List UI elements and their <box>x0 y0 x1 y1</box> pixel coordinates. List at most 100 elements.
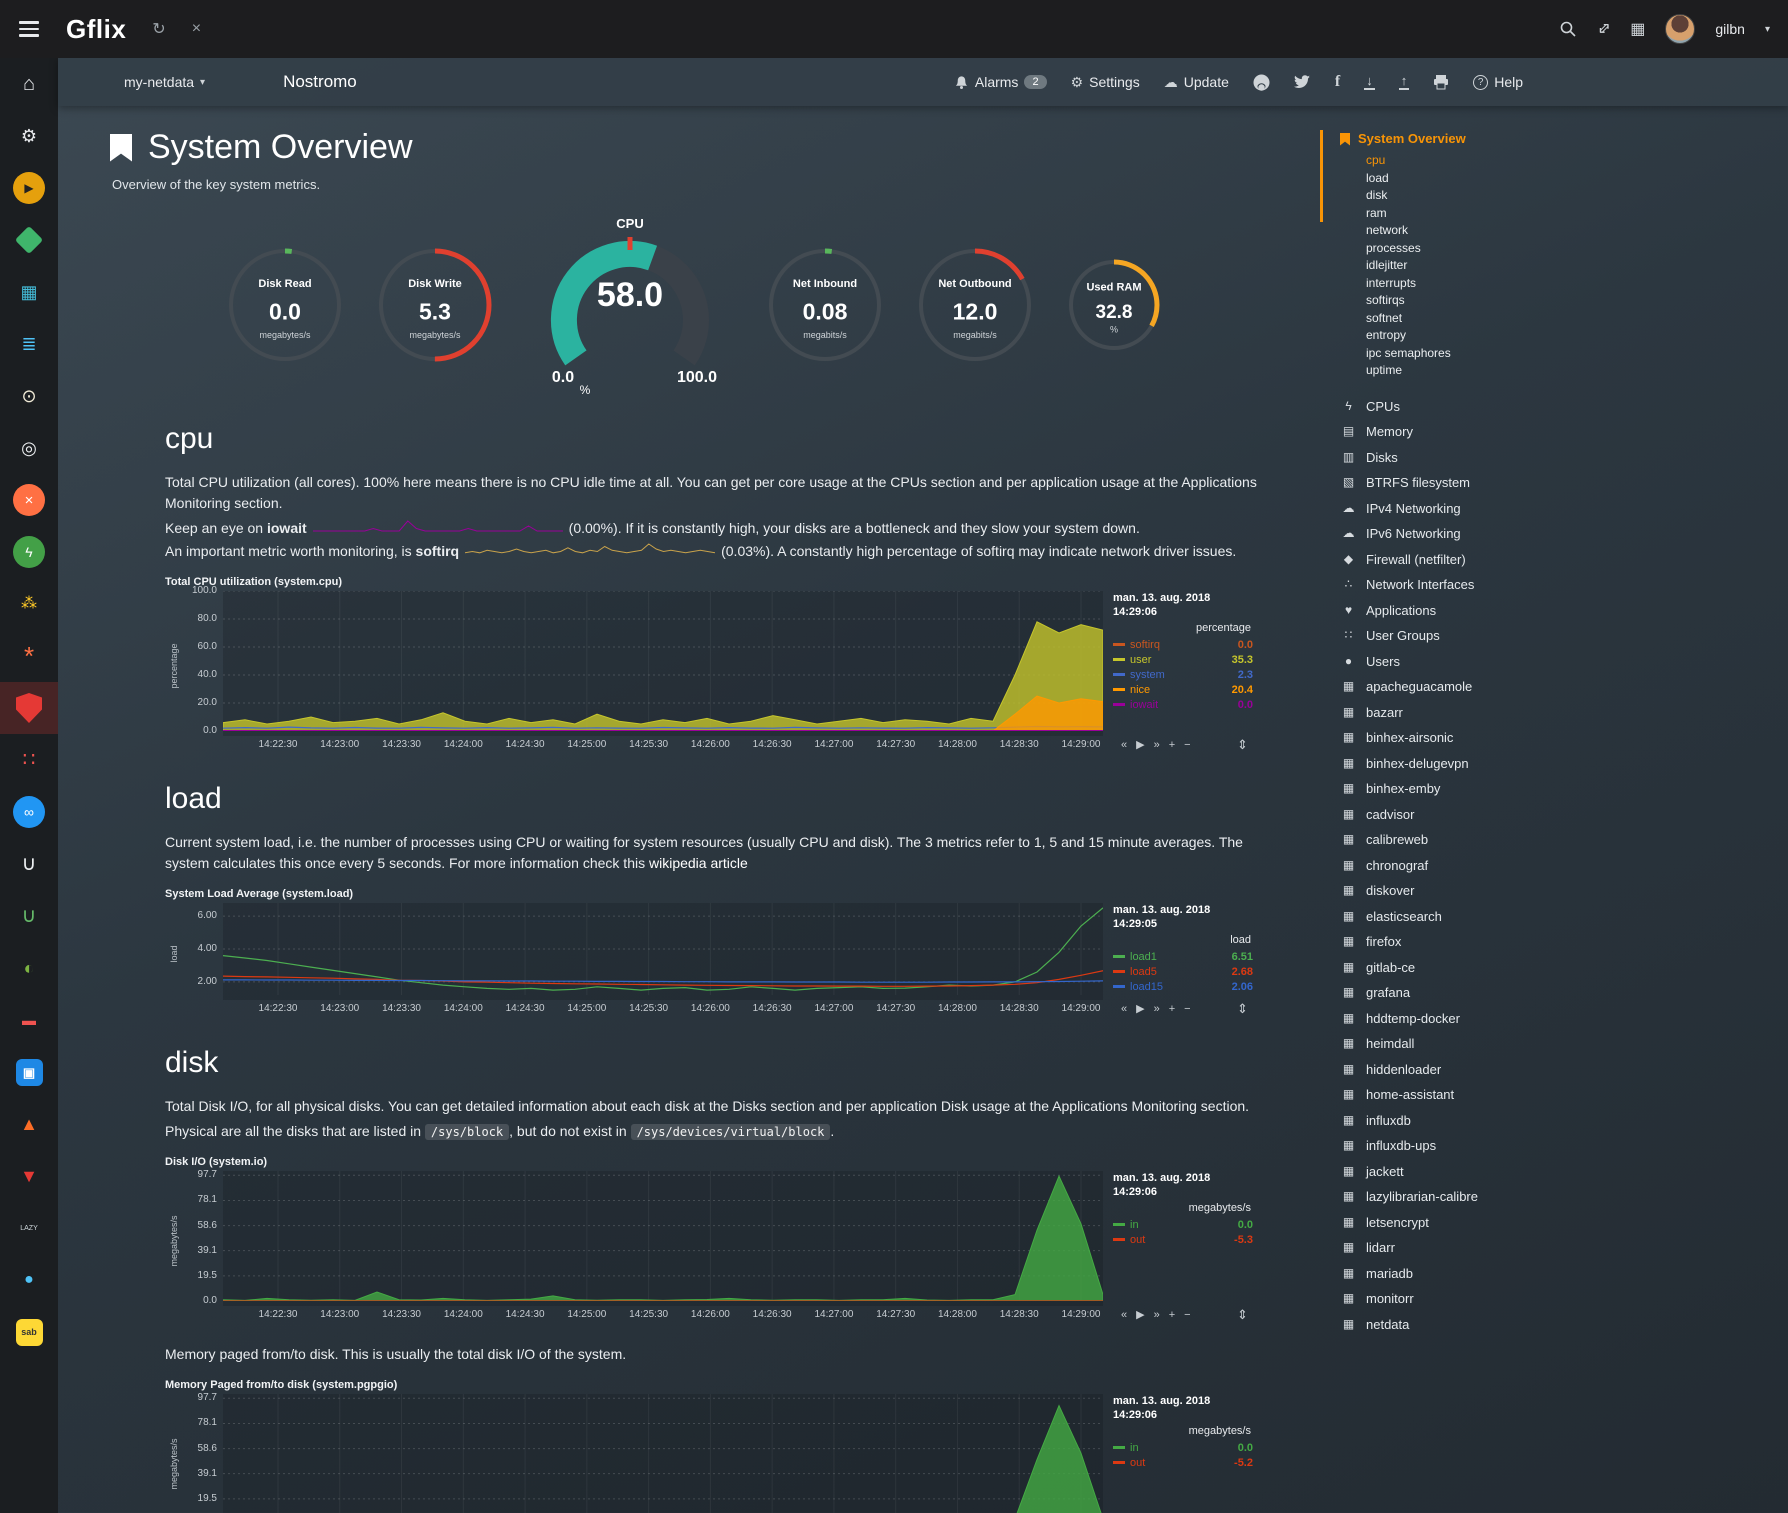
nav-item-idlejitter[interactable]: idlejitter <box>1340 257 1788 275</box>
nav-item-firewall-netfilter[interactable]: ◆Firewall (netfilter) <box>1340 547 1788 573</box>
nav-item-softirqs[interactable]: softirqs <box>1340 292 1788 310</box>
search-icon[interactable] <box>1559 20 1577 38</box>
nav-item-network[interactable]: network <box>1340 222 1788 240</box>
nav-item-grafana[interactable]: ▦grafana <box>1340 980 1788 1006</box>
nav-item-cpu[interactable]: cpu <box>1340 152 1788 170</box>
sidebar-app-horseshoe-app[interactable]: ∪ <box>0 838 58 890</box>
nav-item-netdata[interactable]: ▦netdata <box>1340 1312 1788 1338</box>
legend-item-iowait[interactable]: iowait0.0 <box>1113 697 1253 712</box>
nav-item-entropy[interactable]: entropy <box>1340 327 1788 345</box>
chart-zoom-in-button[interactable]: + <box>1169 739 1175 751</box>
iowait-sparkline[interactable] <box>313 518 563 539</box>
chart-plot-cpu[interactable] <box>223 591 1103 736</box>
sidebar-app-unraid-app[interactable]: ∪ <box>0 890 58 942</box>
print-icon[interactable] <box>1433 74 1449 90</box>
server-dropdown[interactable]: my-netdata ▾ <box>124 74 205 90</box>
sidebar-app-diamond-app[interactable] <box>0 214 58 266</box>
close-icon[interactable]: × <box>192 20 201 38</box>
upload-icon[interactable]: ↑ <box>1399 75 1410 90</box>
chart-play-button[interactable]: ▶ <box>1136 1003 1144 1015</box>
nav-item-cpus[interactable]: ϟCPUs <box>1340 394 1788 420</box>
nav-item-mariadb[interactable]: ▦mariadb <box>1340 1261 1788 1287</box>
alarms-button[interactable]: Alarms 2 <box>954 74 1047 90</box>
legend-item-nice[interactable]: nice20.4 <box>1113 682 1253 697</box>
nav-item-letsencrypt[interactable]: ▦letsencrypt <box>1340 1210 1788 1236</box>
legend-item-load1[interactable]: load16.51 <box>1113 949 1253 964</box>
refresh-icon[interactable]: ↻ <box>152 19 165 39</box>
nav-item-users[interactable]: ●Users <box>1340 649 1788 675</box>
nav-item-user-groups[interactable]: ∷User Groups <box>1340 623 1788 649</box>
sidebar-app-orange-x-app[interactable]: × <box>0 474 58 526</box>
sidebar-app-gitlab[interactable]: ▲ <box>0 1098 58 1150</box>
nav-item-elasticsearch[interactable]: ▦elasticsearch <box>1340 904 1788 930</box>
chart-plot-disk[interactable] <box>223 1171 1103 1306</box>
nav-item-binhex-delugevpn[interactable]: ▦binhex-delugevpn <box>1340 751 1788 777</box>
chart-plot-load[interactable] <box>223 903 1103 1000</box>
sidebar-app-pacman-app[interactable]: ◐ <box>0 942 58 994</box>
sidebar-app-graph-app[interactable]: ⁂ <box>0 578 58 630</box>
nav-item-chronograf[interactable]: ▦chronograf <box>1340 853 1788 879</box>
nav-item-btrfs-filesystem[interactable]: ▧BTRFS filesystem <box>1340 470 1788 496</box>
sidebar-app-dots-app[interactable]: ∷ <box>0 734 58 786</box>
facebook-icon[interactable]: f <box>1335 73 1340 91</box>
nav-item-lidarr[interactable]: ▦lidarr <box>1340 1235 1788 1261</box>
download-icon[interactable]: ↓ <box>1364 75 1375 90</box>
github-icon[interactable] <box>1253 74 1270 91</box>
brand[interactable]: Gflix <box>66 14 126 45</box>
legend-item-softirq[interactable]: softirq0.0 <box>1113 637 1253 652</box>
legend-item-out[interactable]: out-5.2 <box>1113 1455 1253 1470</box>
settings-button[interactable]: ⚙ Settings <box>1071 74 1140 91</box>
nav-item-binhex-airsonic[interactable]: ▦binhex-airsonic <box>1340 725 1788 751</box>
chart-pan-left-button[interactable]: « <box>1121 1309 1127 1321</box>
nav-item-cadvisor[interactable]: ▦cadvisor <box>1340 802 1788 828</box>
nav-item-hiddenloader[interactable]: ▦hiddenloader <box>1340 1057 1788 1083</box>
nav-item-jackett[interactable]: ▦jackett <box>1340 1159 1788 1185</box>
nav-item-applications[interactable]: ♥Applications <box>1340 598 1788 624</box>
nav-item-influxdb[interactable]: ▦influxdb <box>1340 1108 1788 1134</box>
chart-resize-handle[interactable]: ⇕ <box>1237 1001 1248 1017</box>
nav-item-system-overview[interactable]: System Overview <box>1340 126 1788 152</box>
chart-zoom-out-button[interactable]: − <box>1184 1003 1190 1015</box>
menu-icon[interactable] <box>0 0 58 58</box>
sidebar-app-window-app[interactable]: ▣ <box>0 1046 58 1098</box>
legend-item-load15[interactable]: load152.06 <box>1113 979 1253 994</box>
nav-item-ipv6-networking[interactable]: ☁IPv6 Networking <box>1340 521 1788 547</box>
nav-item-network-interfaces[interactable]: ∴Network Interfaces <box>1340 572 1788 598</box>
sidebar-app-bug-app[interactable]: * <box>0 630 58 682</box>
help-button[interactable]: ? Help <box>1473 74 1523 90</box>
legend-item-user[interactable]: user35.3 <box>1113 652 1253 667</box>
fullscreen-icon[interactable]: ⇕ <box>1592 17 1616 41</box>
sidebar-app-droplet-app[interactable]: ● <box>0 1254 58 1306</box>
sidebar-app-circle-app[interactable]: ◎ <box>0 422 58 474</box>
legend-item-out[interactable]: out-5.3 <box>1113 1232 1253 1247</box>
nav-item-interrupts[interactable]: interrupts <box>1340 275 1788 293</box>
legend-item-in[interactable]: in0.0 <box>1113 1440 1253 1455</box>
chart-play-button[interactable]: ▶ <box>1136 1309 1144 1321</box>
nav-item-apacheguacamole[interactable]: ▦apacheguacamole <box>1340 674 1788 700</box>
nav-item-influxdb-ups[interactable]: ▦influxdb-ups <box>1340 1133 1788 1159</box>
nav-item-uptime[interactable]: uptime <box>1340 362 1788 380</box>
avatar[interactable] <box>1665 14 1695 44</box>
nav-item-memory[interactable]: ▤Memory <box>1340 419 1788 445</box>
sidebar-app-down-arrow-app[interactable]: ▼ <box>0 1150 58 1202</box>
sidebar-app-search-app[interactable]: ⊙ <box>0 370 58 422</box>
legend-item-load5[interactable]: load52.68 <box>1113 964 1253 979</box>
legend-item-in[interactable]: in0.0 <box>1113 1217 1253 1232</box>
nav-item-hddtemp-docker[interactable]: ▦hddtemp-docker <box>1340 1006 1788 1032</box>
softirq-sparkline[interactable] <box>465 541 715 562</box>
nav-item-monitorr[interactable]: ▦monitorr <box>1340 1286 1788 1312</box>
chart-resize-handle[interactable]: ⇕ <box>1237 1307 1248 1323</box>
nav-item-gitlab-ce[interactable]: ▦gitlab-ce <box>1340 955 1788 981</box>
wikipedia-link[interactable]: wikipedia article <box>649 855 748 871</box>
sidebar-app-settings[interactable]: ⚙ <box>0 110 58 162</box>
nav-item-heimdall[interactable]: ▦heimdall <box>1340 1031 1788 1057</box>
nav-item-binhex-emby[interactable]: ▦binhex-emby <box>1340 776 1788 802</box>
chart-zoom-out-button[interactable]: − <box>1184 739 1190 751</box>
chart-pan-right-button[interactable]: » <box>1154 739 1160 751</box>
nav-item-home-assistant[interactable]: ▦home-assistant <box>1340 1082 1788 1108</box>
nav-item-lazylibrarian-calibre[interactable]: ▦lazylibrarian-calibre <box>1340 1184 1788 1210</box>
chart-pan-right-button[interactable]: » <box>1154 1003 1160 1015</box>
sidebar-app-soundbars-app[interactable]: ≣ <box>0 318 58 370</box>
chart-pan-left-button[interactable]: « <box>1121 739 1127 751</box>
nav-item-load[interactable]: load <box>1340 170 1788 188</box>
